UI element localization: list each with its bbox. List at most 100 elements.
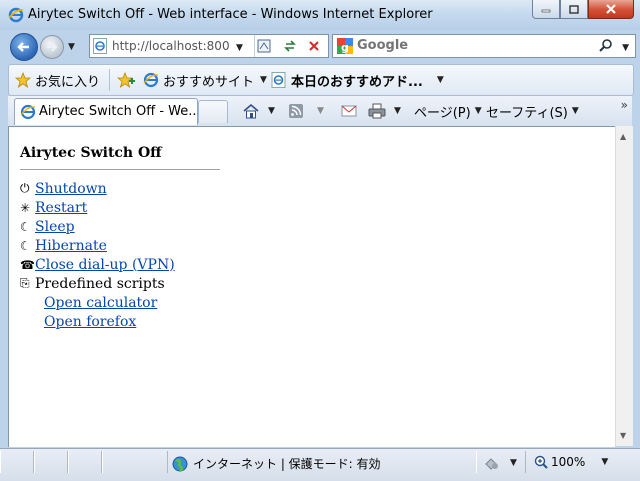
home-icon bbox=[243, 103, 259, 119]
search-input[interactable] bbox=[357, 37, 587, 54]
recent-pages-dropdown[interactable]: ▼ bbox=[68, 42, 75, 52]
stop-button[interactable] bbox=[304, 37, 324, 55]
shutdown-link[interactable]: Shutdown bbox=[35, 181, 107, 197]
ie-page-icon bbox=[93, 38, 107, 58]
safety-menu-label: セーフティ(S) bbox=[486, 105, 568, 121]
popup-blocker-button[interactable]: ▼ bbox=[484, 455, 517, 471]
search-button[interactable] bbox=[599, 38, 613, 56]
favorites-button[interactable]: お気に入り bbox=[15, 71, 101, 90]
maximize-icon bbox=[569, 4, 579, 14]
compatibility-view-icon bbox=[257, 39, 271, 53]
zoom-level: 100% bbox=[551, 455, 586, 469]
tab-label: Airytec Switch Off - We... bbox=[39, 104, 201, 119]
status-bar: インターネット | 保護モード: 有効 ▼ 100% ▼ bbox=[0, 448, 640, 481]
page-menu[interactable]: ページ(P) ▼ bbox=[414, 101, 482, 121]
add-to-favorites-bar-button[interactable] bbox=[117, 71, 135, 89]
title-divider bbox=[20, 169, 220, 170]
list-item: ✳ Restart bbox=[20, 198, 175, 217]
forward-button[interactable] bbox=[40, 35, 64, 59]
safety-menu[interactable]: セーフティ(S) ▼ bbox=[486, 101, 579, 121]
page-title: Airytec Switch Off bbox=[20, 145, 162, 161]
security-zone-label: インターネット | 保護モード: 有効 bbox=[193, 457, 381, 471]
search-options-dropdown[interactable]: ▼ bbox=[622, 43, 629, 53]
status-cell bbox=[102, 451, 168, 473]
sleep-link[interactable]: Sleep bbox=[35, 219, 75, 235]
refresh-button[interactable] bbox=[280, 37, 300, 55]
favorites-separator bbox=[109, 69, 110, 91]
favorites-label: お気に入り bbox=[35, 74, 101, 90]
tab-active[interactable]: Airytec Switch Off - We... bbox=[14, 98, 201, 125]
chevron-down-icon: ▼ bbox=[601, 457, 609, 467]
ie-logo-icon bbox=[8, 7, 24, 27]
open-firefox-link[interactable]: Open forefox bbox=[44, 314, 136, 330]
title-bar: Airytec Switch Off - Web interface - Win… bbox=[0, 0, 640, 30]
ie-page-icon bbox=[271, 72, 286, 88]
chevron-down-icon: ▼ bbox=[571, 106, 579, 116]
predefined-scripts-label: Predefined scripts bbox=[35, 275, 165, 292]
phone-icon: ☎ bbox=[20, 257, 35, 272]
print-dropdown[interactable]: ▼ bbox=[394, 101, 401, 121]
favorites-link-label: 本日のおすすめアド... bbox=[291, 74, 423, 90]
home-button[interactable] bbox=[242, 101, 260, 121]
vertical-scrollbar[interactable]: ▲ ▼ bbox=[615, 126, 633, 446]
search-box: g ▼ bbox=[332, 34, 636, 58]
list-item: ⎘ Predefined scripts bbox=[20, 274, 175, 293]
action-list: ⏻ Shutdown ✳ Restart ☾ Sleep ☾ Hibernate… bbox=[20, 179, 175, 331]
minimize-icon bbox=[541, 9, 551, 13]
url-dropdown[interactable]: ▼ bbox=[236, 43, 243, 53]
compatibility-view-button[interactable] bbox=[254, 37, 274, 55]
restart-icon: ✳ bbox=[20, 200, 31, 215]
list-item: ⏻ Shutdown bbox=[20, 179, 175, 198]
add-favorite-icon bbox=[117, 72, 135, 88]
feeds-dropdown[interactable]: ▼ bbox=[317, 101, 324, 121]
print-button[interactable] bbox=[368, 101, 386, 121]
google-icon: g bbox=[337, 38, 353, 54]
star-icon bbox=[15, 72, 31, 88]
close-window-button[interactable] bbox=[588, 0, 634, 19]
security-zone[interactable]: インターネット | 保護モード: 有効 bbox=[172, 455, 381, 472]
address-bar: ▼ bbox=[89, 34, 329, 58]
read-mail-button[interactable] bbox=[341, 101, 357, 121]
new-tab-button[interactable] bbox=[198, 100, 228, 123]
close-icon bbox=[606, 4, 616, 14]
hibernate-link[interactable]: Hibernate bbox=[35, 238, 107, 254]
forward-arrow-icon bbox=[47, 42, 58, 52]
svg-text:g: g bbox=[341, 41, 349, 54]
zoom-icon bbox=[534, 455, 548, 469]
list-item: ☾ Hibernate bbox=[20, 236, 175, 255]
mail-icon bbox=[341, 105, 357, 117]
url-field[interactable] bbox=[112, 37, 230, 54]
chevron-down-icon: ▼ bbox=[260, 75, 267, 85]
page-content: Airytec Switch Off ⏻ Shutdown ✳ Restart … bbox=[8, 126, 615, 447]
status-cell bbox=[34, 451, 68, 473]
favorites-link-suggested-sites[interactable]: おすすめサイト ▼ bbox=[143, 71, 267, 90]
more-commands-chevron-icon[interactable]: » bbox=[621, 98, 628, 112]
rss-feed-icon bbox=[289, 104, 303, 118]
scroll-down-icon[interactable]: ▼ bbox=[620, 431, 626, 440]
tab-bar: Airytec Switch Off - We... ▼ ▼ ▼ ページ(P) … bbox=[8, 96, 632, 126]
moon-icon: ☾ bbox=[20, 219, 31, 234]
list-item: ☾ Sleep bbox=[20, 217, 175, 236]
page-menu-label: ページ(P) bbox=[414, 105, 471, 121]
maximize-button[interactable] bbox=[560, 0, 588, 19]
list-item: Open calculator bbox=[20, 293, 175, 312]
zoom-button[interactable]: 100% ▼ bbox=[534, 455, 608, 469]
globe-icon bbox=[172, 456, 188, 472]
printer-icon bbox=[368, 103, 386, 119]
ie-page-icon bbox=[143, 72, 159, 88]
close-dialup-link[interactable]: Close dial-up (VPN) bbox=[35, 257, 175, 273]
restart-link[interactable]: Restart bbox=[35, 200, 87, 216]
scroll-up-icon[interactable]: ▲ bbox=[620, 132, 626, 141]
stop-icon bbox=[309, 41, 319, 51]
feeds-button[interactable] bbox=[288, 101, 304, 121]
scripts-icon: ⎘ bbox=[20, 276, 30, 290]
chevron-down-icon: ▼ bbox=[474, 106, 482, 116]
open-calculator-link[interactable]: Open calculator bbox=[44, 295, 157, 311]
favorites-link-web-slice[interactable]: 本日のおすすめアド... ▼ bbox=[271, 71, 444, 90]
home-dropdown[interactable]: ▼ bbox=[268, 101, 275, 121]
status-cell bbox=[68, 451, 102, 473]
back-button[interactable] bbox=[10, 33, 38, 61]
favorites-bar: お気に入り おすすめサイト ▼ 本日のおすすめアド... ▼ bbox=[8, 64, 634, 96]
minimize-button[interactable] bbox=[532, 0, 560, 19]
status-cell bbox=[0, 451, 34, 473]
